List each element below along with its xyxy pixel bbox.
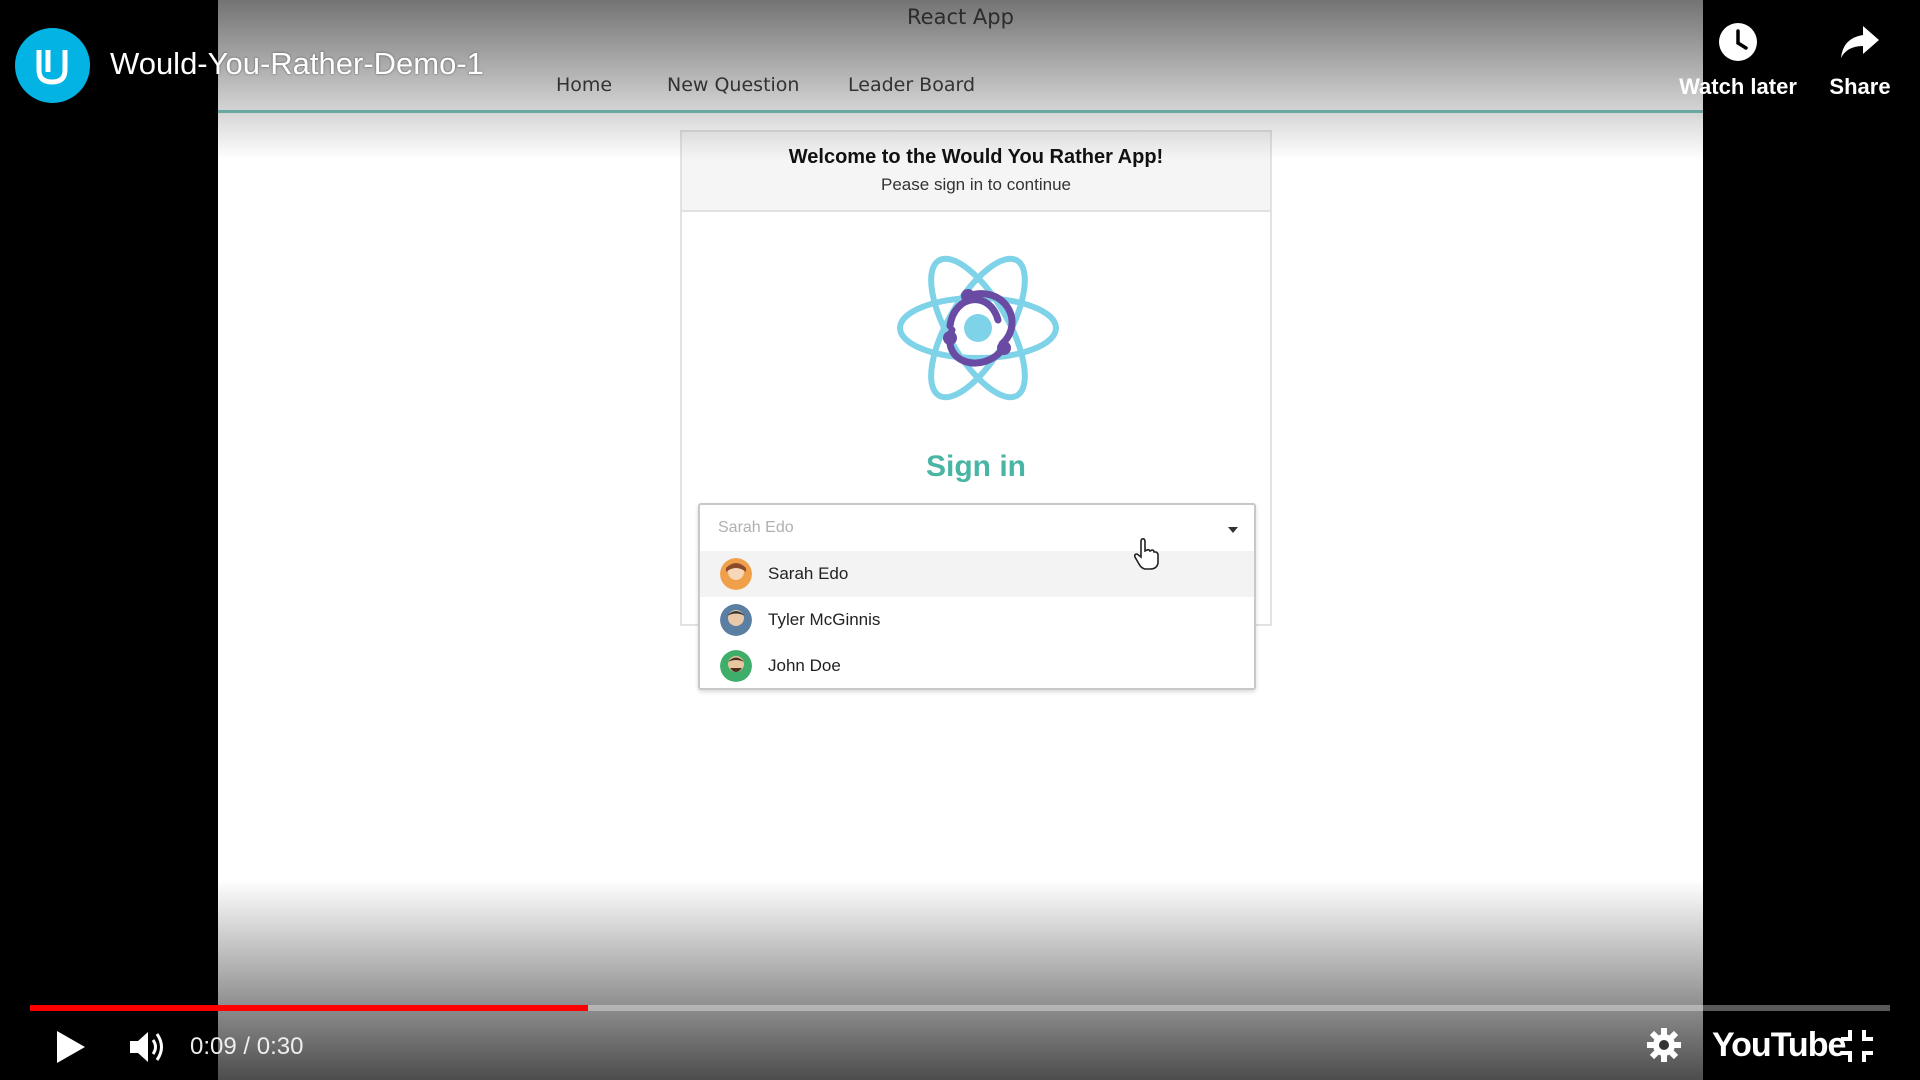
avatar-icon [720,604,752,636]
progress-played [30,1005,588,1011]
channel-logo[interactable] [15,28,90,103]
watch-later-button[interactable]: Watch later [1668,22,1808,100]
sign-in-subtitle: Pease sign in to continue [881,175,1071,194]
play-icon[interactable] [55,1030,87,1064]
watch-later-label: Watch later [1679,74,1797,99]
select-current-value[interactable]: Sarah Edo [718,519,794,537]
exit-fullscreen-icon[interactable] [1840,1029,1874,1063]
user-option-sarah-edo[interactable]: Sarah Edo [700,551,1254,597]
welcome-heading: Welcome to the Would You Rather App! [788,146,1164,168]
video-title[interactable]: Would-You-Rather-Demo-1 [110,46,484,82]
user-option-john-doe[interactable]: John Doe [700,643,1254,689]
browser-window-title: React App [907,5,1014,29]
nav-home-link[interactable]: Home [556,74,612,96]
redux-logo-icon [897,255,1059,401]
volume-icon[interactable] [128,1028,170,1066]
option-label: Tyler McGinnis [768,610,881,629]
gear-icon[interactable] [1646,1027,1682,1063]
nav-leader-board-link[interactable]: Leader Board [848,74,975,96]
user-select-dropdown[interactable]: Sarah Edo Sarah Edo Tyler McGinnis John … [698,503,1256,690]
share-arrow-icon [1841,26,1879,58]
clock-icon [1719,23,1757,61]
sign-in-title: Sign in [926,450,1026,483]
udacity-logo-icon [36,50,68,85]
youtube-logo[interactable]: YouTube [1712,1026,1846,1065]
avatar-icon [720,650,752,682]
time-display: 0:09 / 0:30 [190,1033,304,1060]
progress-bar[interactable] [30,1005,1890,1011]
share-button[interactable]: Share [1790,22,1920,100]
option-label: John Doe [768,656,841,675]
avatar-icon [720,558,752,590]
card-header: Welcome to the Would You Rather App! Pea… [682,132,1270,212]
chevron-down-icon[interactable] [1228,527,1238,533]
nav-new-question-link[interactable]: New Question [667,74,799,96]
user-option-tyler-mcginnis[interactable]: Tyler McGinnis [700,597,1254,643]
share-label: Share [1829,74,1891,99]
hand-pointer-icon [1133,538,1159,570]
option-label: Sarah Edo [768,564,849,583]
